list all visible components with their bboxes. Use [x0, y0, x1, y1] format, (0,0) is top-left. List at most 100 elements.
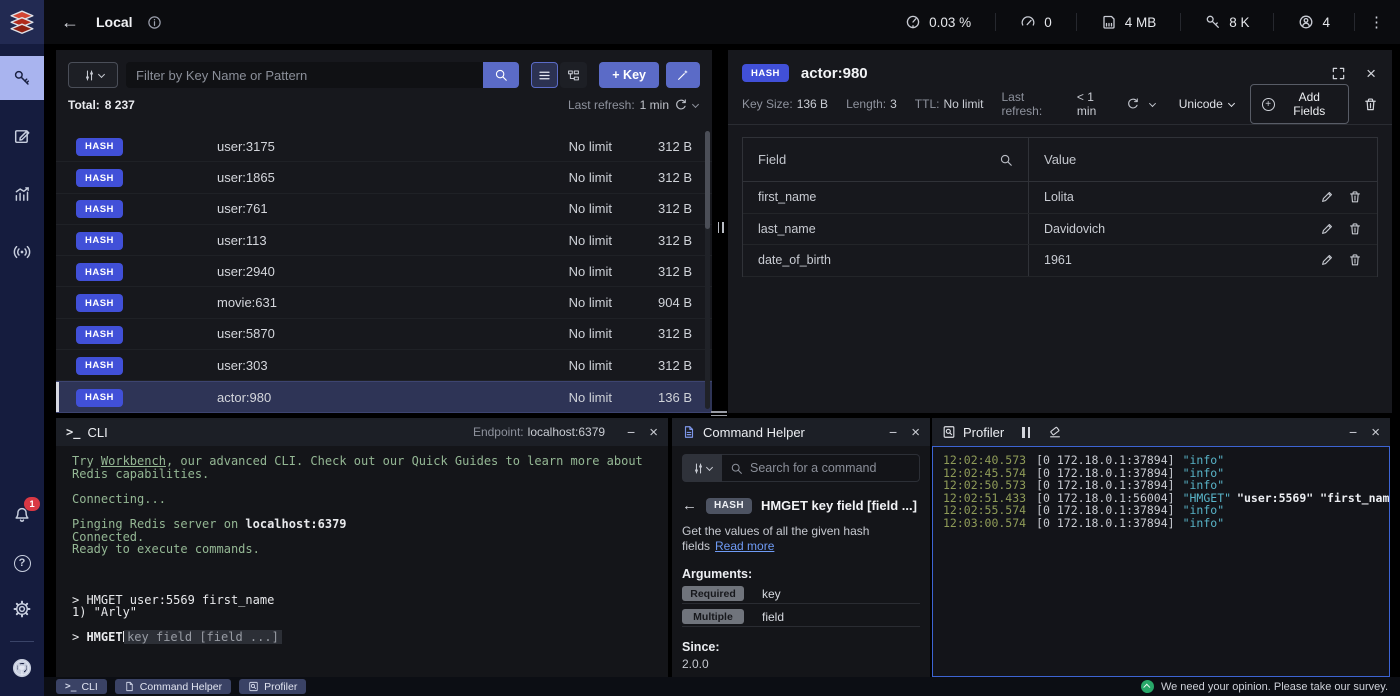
- statusbar-profiler-button[interactable]: Profiler: [239, 679, 306, 694]
- sidebar-item-notifications[interactable]: 1: [0, 493, 44, 537]
- view-toggles: [531, 62, 587, 88]
- survey-banner[interactable]: We need your opinion. Please take our su…: [1141, 680, 1388, 693]
- add-key-button[interactable]: + Key: [599, 62, 659, 88]
- key-row[interactable]: HASHuser:3175No limit312 B: [56, 131, 712, 162]
- key-row[interactable]: HASHuser:1865No limit312 B: [56, 162, 712, 193]
- status-bar: >_ CLI Command Helper Profiler We need y…: [44, 677, 1400, 696]
- delete-field-icon[interactable]: [1348, 253, 1362, 267]
- add-fields-button[interactable]: + Add Fields: [1250, 84, 1349, 124]
- vertical-resize-handle[interactable]: [716, 222, 725, 236]
- minimize-icon[interactable]: −: [1349, 425, 1357, 439]
- close-icon[interactable]: ×: [1366, 65, 1376, 82]
- metric-memory-value: 4 MB: [1125, 15, 1157, 30]
- delete-key-icon[interactable]: [1363, 97, 1378, 112]
- chevron-down-icon[interactable]: [1149, 99, 1156, 106]
- edit-field-icon[interactable]: [1320, 222, 1334, 236]
- bulk-actions-button[interactable]: [666, 62, 700, 88]
- command-search-input[interactable]: [750, 461, 911, 475]
- close-icon[interactable]: ×: [911, 425, 920, 440]
- key-list-scrollbar[interactable]: [705, 131, 710, 409]
- minimize-icon[interactable]: −: [889, 425, 897, 439]
- key-row[interactable]: HASHuser:113No limit312 B: [56, 225, 712, 256]
- edit-field-icon[interactable]: [1320, 190, 1334, 204]
- helper-pill-label: Command Helper: [140, 681, 222, 693]
- survey-icon: [1141, 680, 1154, 693]
- ttl-value[interactable]: No limit: [943, 97, 983, 111]
- close-icon[interactable]: ×: [649, 425, 658, 440]
- sidebar-item-analytics[interactable]: [0, 172, 44, 216]
- command-filter-dropdown[interactable]: [682, 454, 722, 482]
- fullscreen-icon[interactable]: [1331, 66, 1346, 81]
- pause-icon[interactable]: [1022, 427, 1030, 438]
- log-args: "user:5569" "first_name": [1237, 491, 1390, 505]
- metric-clients[interactable]: 4: [1274, 14, 1354, 30]
- column-value-label: Value: [1044, 152, 1076, 167]
- chevron-down-icon: [97, 70, 104, 77]
- profiler-log[interactable]: 12:02:40.573[0 172.18.0.1:37894]"info" 1…: [932, 446, 1390, 677]
- key-name: user:761: [217, 201, 522, 216]
- sidebar-item-workbench[interactable]: [0, 114, 44, 158]
- encoding-dropdown[interactable]: Unicode: [1173, 97, 1240, 111]
- back-button[interactable]: ←: [58, 12, 82, 33]
- delete-field-icon[interactable]: [1348, 190, 1362, 204]
- key-type-badge: HASH: [76, 200, 123, 218]
- table-row[interactable]: date_of_birth 1961: [743, 245, 1377, 277]
- statusbar-cli-button[interactable]: >_ CLI: [56, 679, 107, 694]
- horizontal-resize-handle[interactable]: [711, 409, 727, 418]
- sidebar-item-browser[interactable]: [0, 56, 44, 100]
- search-icon[interactable]: [999, 153, 1013, 167]
- metric-cpu[interactable]: 0.03 %: [881, 14, 995, 30]
- key-name: user:1865: [217, 170, 522, 185]
- sidebar-item-pubsub[interactable]: [0, 230, 44, 274]
- chevron-down-icon[interactable]: [692, 100, 699, 107]
- minimize-icon[interactable]: −: [627, 425, 635, 439]
- cli-prompt-line[interactable]: > HMGETkey field [field ...]: [72, 631, 652, 644]
- close-icon[interactable]: ×: [1371, 425, 1380, 440]
- list-view-toggle[interactable]: [531, 62, 558, 88]
- endpoint-value: localhost:6379: [528, 425, 605, 439]
- statusbar-command-helper-button[interactable]: Command Helper: [115, 679, 231, 694]
- profiler-title: Profiler: [963, 425, 1004, 440]
- cli-pill-label: CLI: [81, 681, 97, 693]
- filter-type-dropdown[interactable]: [68, 62, 118, 88]
- cli-input-value[interactable]: HMGET: [86, 630, 122, 644]
- key-row[interactable]: HASHmovie:631No limit904 B: [56, 287, 712, 318]
- key-name-title[interactable]: actor:980: [801, 65, 868, 82]
- sidebar-item-help[interactable]: ?: [0, 541, 44, 585]
- key-row[interactable]: HASHuser:2940No limit312 B: [56, 256, 712, 287]
- key-ttl: No limit: [522, 326, 612, 341]
- clear-icon[interactable]: [1048, 425, 1062, 439]
- delete-field-icon[interactable]: [1348, 222, 1362, 236]
- search-button[interactable]: [483, 62, 519, 88]
- table-row[interactable]: first_name Lolita: [743, 182, 1377, 214]
- metric-keys[interactable]: 8 K: [1181, 14, 1273, 30]
- key-type-badge: HASH: [742, 64, 789, 82]
- github-icon: [12, 658, 32, 678]
- tree-view-toggle[interactable]: [560, 62, 587, 88]
- cli-output[interactable]: Try Workbench, our advanced CLI. Check o…: [56, 446, 668, 677]
- sidebar-item-settings[interactable]: [0, 587, 44, 631]
- table-row[interactable]: last_name Davidovich: [743, 214, 1377, 246]
- metric-ops[interactable]: 0: [996, 14, 1076, 30]
- edit-field-icon[interactable]: [1320, 253, 1334, 267]
- cli-intro-line: Try Workbench, our advanced CLI. Check o…: [72, 455, 652, 480]
- metric-memory[interactable]: 4 MB: [1077, 14, 1181, 30]
- cli-line: Ready to execute commands.: [72, 543, 652, 556]
- key-row[interactable]: HASHuser:303No limit312 B: [56, 350, 712, 381]
- back-icon[interactable]: ←: [682, 497, 697, 514]
- chevron-down-icon: [1228, 99, 1235, 106]
- refresh-icon[interactable]: [674, 98, 688, 112]
- overflow-menu-icon[interactable]: ⋮: [1355, 13, 1400, 31]
- key-filter-input[interactable]: [126, 62, 483, 88]
- info-icon[interactable]: [147, 15, 162, 30]
- refresh-icon[interactable]: [1126, 97, 1140, 111]
- arguments-label: Arguments:: [682, 567, 920, 581]
- read-more-link[interactable]: Read more: [715, 539, 774, 553]
- key-row[interactable]: HASHuser:5870No limit312 B: [56, 319, 712, 350]
- scrollbar-thumb[interactable]: [705, 131, 710, 229]
- key-row-selected[interactable]: HASHactor:980No limit136 B: [56, 381, 712, 412]
- key-row[interactable]: HASHuser:761No limit312 B: [56, 194, 712, 225]
- total-label: Total:: [68, 98, 100, 112]
- redis-logo[interactable]: [0, 0, 44, 44]
- sidebar-item-github[interactable]: [0, 646, 44, 690]
